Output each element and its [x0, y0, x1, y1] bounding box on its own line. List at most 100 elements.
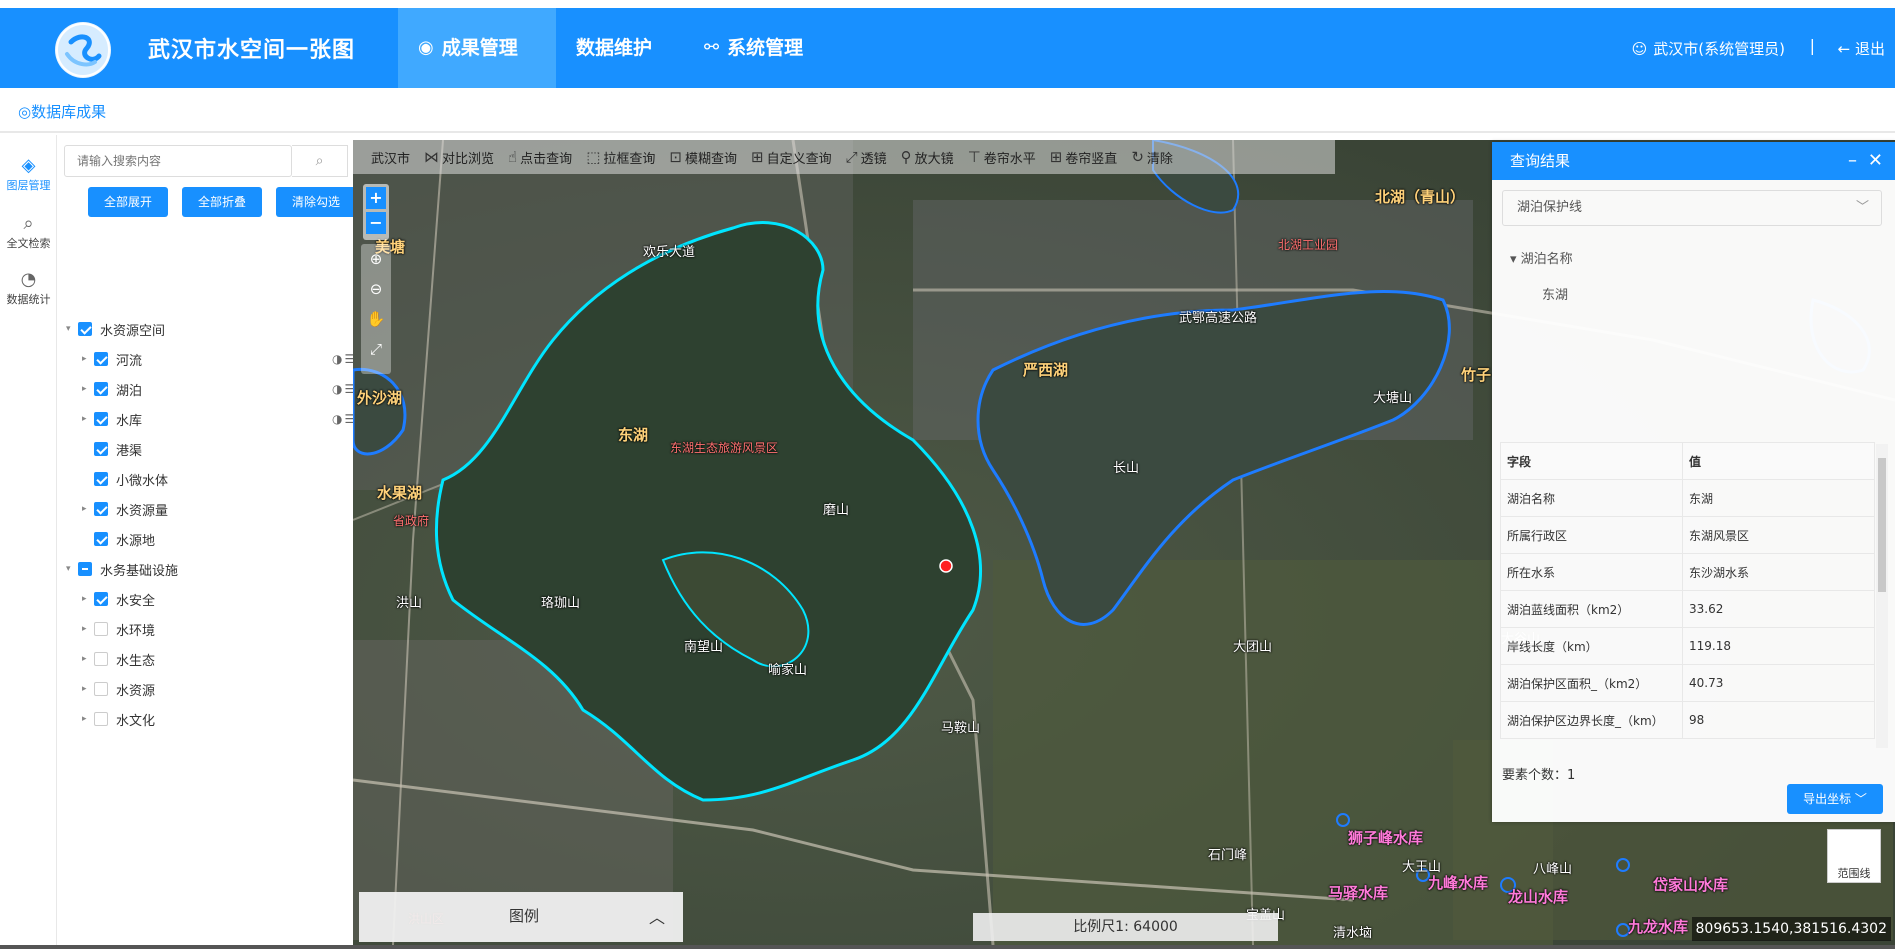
layer-checkbox[interactable]: [78, 562, 92, 576]
nav-data-maintenance[interactable]: 数据维护: [556, 8, 684, 88]
nav-system-management[interactable]: ⚯ 系统管理: [684, 8, 844, 88]
layer-checkbox[interactable]: [94, 652, 108, 666]
layer-checkbox[interactable]: [94, 442, 108, 456]
layer-search-input[interactable]: [64, 145, 292, 177]
layer-checkbox[interactable]: [94, 532, 108, 546]
rail-item-fulltext-search[interactable]: ⌕ 全文检索: [0, 213, 57, 251]
tree-node[interactable]: 港渠: [82, 438, 142, 460]
caret-right-icon[interactable]: ▸: [82, 714, 94, 724]
chevron-up-icon[interactable]: ︿: [649, 904, 665, 928]
magnifier-icon: ⚲: [900, 148, 912, 166]
map-tool-2[interactable]: ☝ 点击查询: [508, 148, 572, 167]
tree-node[interactable]: ▸ 水库 ◑☰: [82, 408, 355, 430]
map-place-label: 九龙水库: [1628, 918, 1689, 936]
rail-item-layer-management[interactable]: ◈ 图层管理: [0, 155, 57, 193]
zoom-in-button[interactable]: +: [366, 187, 386, 209]
feature-count: 要素个数：1: [1502, 764, 1575, 783]
layer-checkbox[interactable]: [94, 622, 108, 636]
tree-node[interactable]: ▸ 湖泊 ◑☰: [82, 378, 355, 400]
map-tool-label: 点击查询: [520, 151, 573, 167]
search-doc-icon: ⌕: [23, 213, 34, 234]
tree-node[interactable]: ▸ 水生态: [82, 648, 155, 670]
map-tool-9[interactable]: ⊞ 卷帘竖直: [1050, 148, 1118, 167]
tree-node[interactable]: 小微水体: [82, 468, 168, 490]
map-tool-5[interactable]: ⊞ 自定义查询: [751, 148, 832, 167]
result-tree-value[interactable]: 东湖: [1542, 284, 1568, 303]
range-line-toggle[interactable]: 范围线: [1827, 829, 1881, 883]
caret-right-icon[interactable]: ▸: [82, 384, 94, 394]
collapse-all-button[interactable]: 全部折叠: [182, 187, 262, 217]
layer-checkbox[interactable]: [78, 322, 92, 336]
layer-checkbox[interactable]: [94, 712, 108, 726]
user-name: 武汉市(系统管理员): [1653, 40, 1785, 58]
tree-node[interactable]: ▸ 水文化: [82, 708, 155, 730]
full-extent-icon[interactable]: ⤢: [361, 334, 391, 364]
scrollbar-thumb[interactable]: [1878, 458, 1886, 592]
caret-right-icon[interactable]: ▸: [82, 414, 94, 424]
export-coordinates-button[interactable]: 导出坐标 ﹀: [1787, 784, 1883, 814]
tree-node[interactable]: ▾ 水务基础设施: [66, 558, 178, 580]
chevron-down-icon: ﹀: [1854, 792, 1867, 806]
layer-checkbox[interactable]: [94, 382, 108, 396]
caret-right-icon[interactable]: ▸: [82, 354, 94, 364]
clear-checked-button[interactable]: 清除勾选: [276, 187, 356, 217]
map-tool-6[interactable]: ⤢ 透镜: [846, 148, 887, 167]
compare-icon: ⋈: [424, 148, 440, 166]
tree-node[interactable]: ▸ 水安全: [82, 588, 155, 610]
expand-all-button[interactable]: 全部展开: [88, 187, 168, 217]
tree-node[interactable]: 水源地: [82, 528, 155, 550]
table-scrollbar[interactable]: [1876, 444, 1888, 748]
legend-panel[interactable]: 图例 ︿: [359, 892, 683, 942]
map-tool-8[interactable]: ⊤ 卷帘水平: [968, 148, 1036, 167]
layer-checkbox[interactable]: [94, 472, 108, 486]
layer-checkbox[interactable]: [94, 352, 108, 366]
map-place-label: 八峰山: [1533, 862, 1573, 877]
minimize-icon[interactable]: –: [1848, 142, 1857, 180]
map-tool-label: 自定义查询: [766, 151, 832, 167]
layer-checkbox[interactable]: [94, 592, 108, 606]
tree-node[interactable]: ▾ 水资源空间: [66, 318, 165, 340]
map-place-label: 欢乐大道: [643, 245, 696, 260]
tree-node[interactable]: ▸ 水资源量: [82, 498, 168, 520]
user-info[interactable]: ☺ 武汉市(系统管理员): [1632, 38, 1785, 59]
map-tool-4[interactable]: ⊡ 模糊查询: [669, 148, 737, 167]
nav-results-management[interactable]: ◉ 成果管理: [398, 8, 556, 88]
caret-right-icon[interactable]: ▸: [82, 504, 94, 514]
caret-right-icon[interactable]: ▸: [82, 594, 94, 604]
zoom-out-tool-icon[interactable]: ⊖: [361, 274, 391, 304]
caret-right-icon[interactable]: ▸: [82, 654, 94, 664]
result-layer-select[interactable]: 湖泊保护线 ﹀: [1502, 190, 1882, 226]
zoom-out-button[interactable]: −: [366, 212, 386, 234]
breadcrumb[interactable]: ◎数据库成果: [18, 101, 106, 122]
table-row: 岸线长度（km） 119.18: [1500, 627, 1875, 665]
tree-node[interactable]: ▸ 水资源: [82, 678, 155, 700]
map-place-label: 狮子峰水库: [1348, 829, 1424, 847]
close-icon[interactable]: ✕: [1868, 142, 1883, 180]
caret-down-icon[interactable]: ▾: [66, 564, 78, 574]
breadcrumb-label: 数据库成果: [31, 103, 107, 121]
pan-hand-icon[interactable]: ✋: [361, 304, 391, 334]
table-row: 湖泊名称 东湖: [1500, 479, 1875, 517]
region-select[interactable]: 武汉市: [371, 148, 410, 167]
tree-node[interactable]: ▸ 河流 ◑☰: [82, 348, 355, 370]
custom-query-icon: ⊞: [750, 148, 764, 166]
map-tool-7[interactable]: ⚲ 放大镜: [901, 148, 954, 167]
tree-node[interactable]: ▸ 水环境: [82, 618, 155, 640]
map-place-label: 东湖: [618, 426, 649, 444]
result-tree-key[interactable]: ▾ 湖泊名称: [1510, 248, 1573, 267]
rail-item-statistics[interactable]: ◔ 数据统计: [0, 269, 57, 307]
zoom-in-tool-icon[interactable]: ⊕: [361, 244, 391, 274]
logout-button[interactable]: ← 退出: [1838, 38, 1885, 59]
layer-checkbox[interactable]: [94, 412, 108, 426]
map-tool-1[interactable]: ⋈ 对比浏览: [424, 148, 494, 167]
layer-checkbox[interactable]: [94, 682, 108, 696]
map-tool-3[interactable]: ⬚ 拉框查询: [586, 148, 655, 167]
caret-right-icon[interactable]: ▸: [82, 624, 94, 634]
search-button[interactable]: ⌕: [292, 145, 348, 177]
map-tool-10[interactable]: ↻ 清除: [1131, 148, 1173, 167]
layers-icon: ◈: [21, 155, 36, 176]
feature-count-label: 要素个数：: [1502, 768, 1568, 783]
caret-right-icon[interactable]: ▸: [82, 684, 94, 694]
caret-down-icon[interactable]: ▾: [66, 324, 78, 334]
layer-checkbox[interactable]: [94, 502, 108, 516]
